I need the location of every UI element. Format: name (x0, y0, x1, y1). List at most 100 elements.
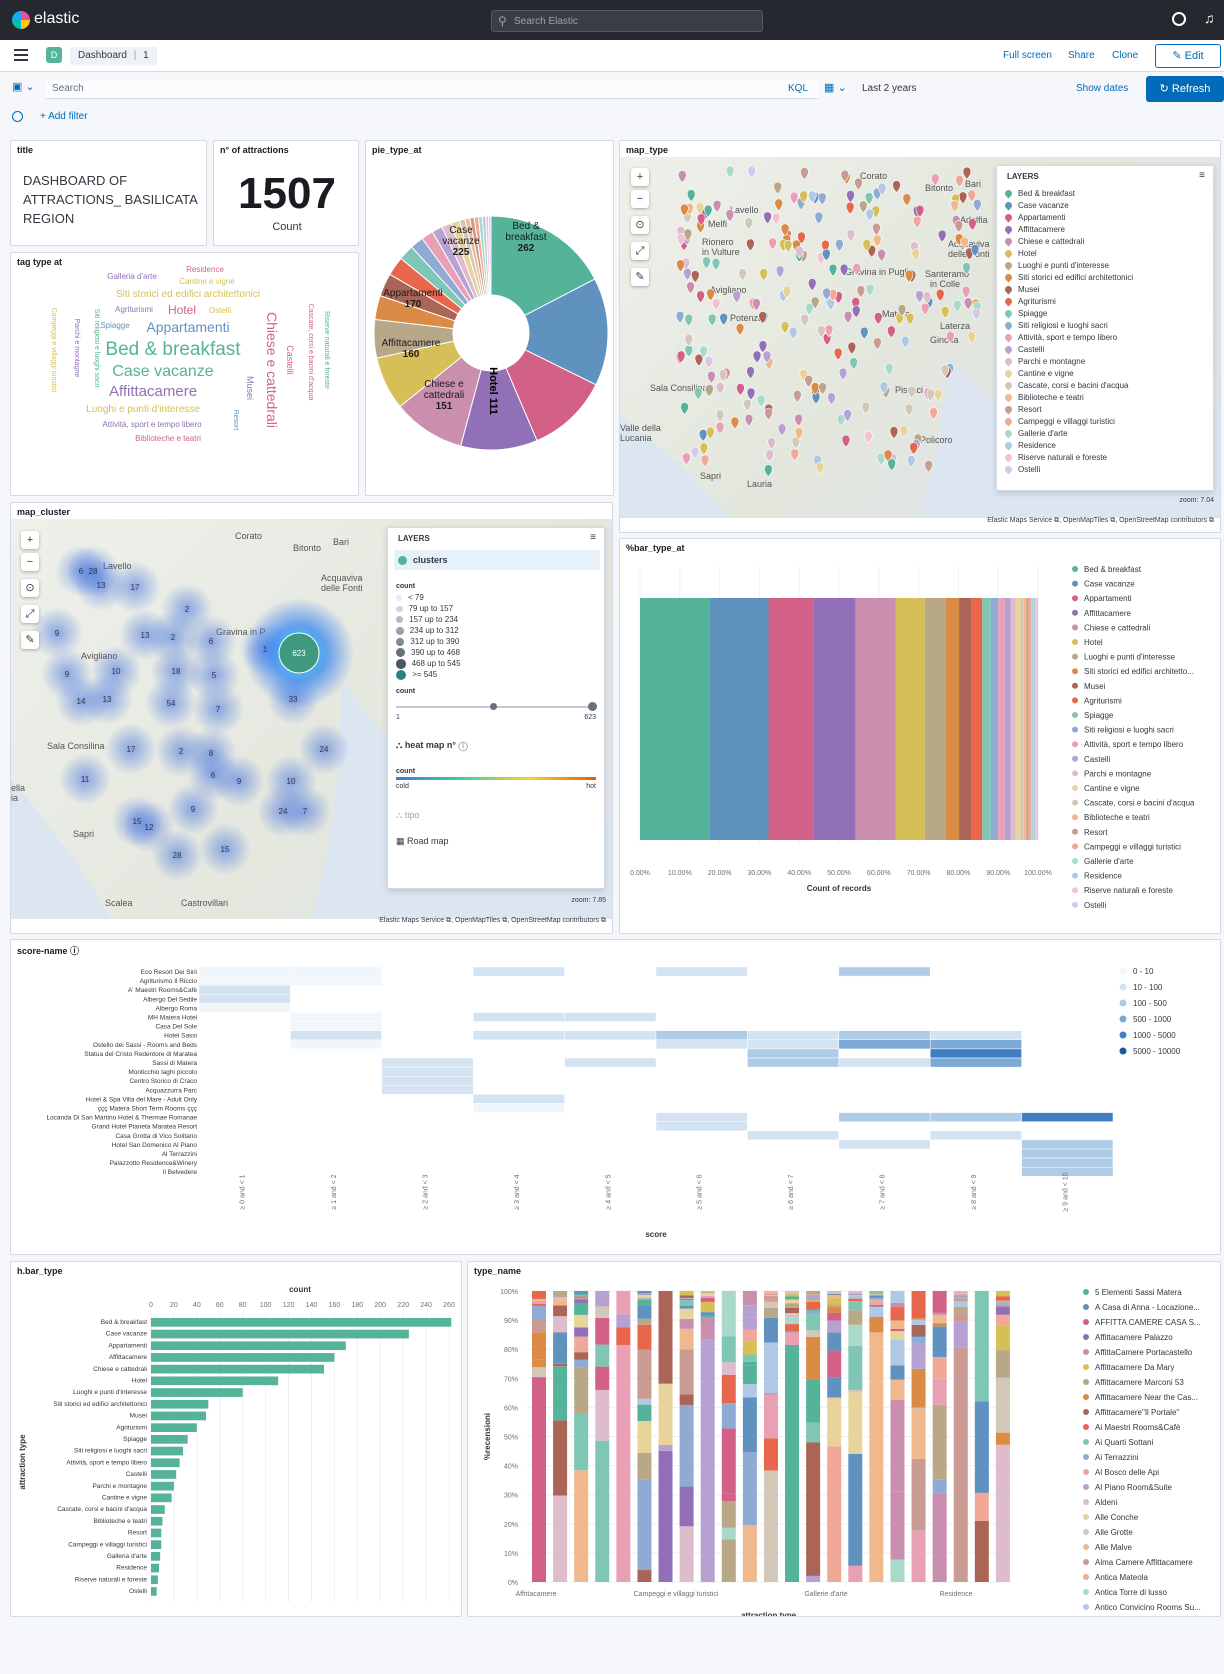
stacked-bar-segment[interactable] (974, 1291, 989, 1402)
zoom-in-icon[interactable]: + (631, 168, 649, 186)
stacked-bar-segment[interactable] (679, 1305, 694, 1309)
stacked-bar-segment[interactable] (785, 1331, 800, 1332)
map-pin-icon[interactable] (911, 248, 921, 262)
stacked-bar-segment[interactable] (574, 1412, 589, 1471)
map-pin-icon[interactable] (851, 305, 861, 319)
heatmap-cell[interactable] (472, 1103, 565, 1113)
stacked-bar-segment[interactable] (806, 1299, 821, 1302)
stacked-bar-segment[interactable] (532, 1299, 546, 1301)
stacked-bar-segment[interactable] (806, 1575, 821, 1582)
stacked-bar-segment[interactable] (574, 1294, 589, 1296)
map-pin-icon[interactable] (704, 355, 714, 369)
stacked-bar-segment[interactable] (953, 1295, 968, 1298)
stacked-bar-segment[interactable] (911, 1318, 926, 1320)
stacked-bar-segment[interactable] (721, 1527, 736, 1540)
stacked-bar-segment[interactable] (806, 1295, 821, 1300)
map-pin-icon[interactable] (768, 237, 777, 251)
stacked-bar-segment[interactable] (574, 1327, 589, 1337)
stacked-bar-segment[interactable] (574, 1314, 589, 1328)
map-pin-icon[interactable] (706, 426, 715, 440)
bar-segment[interactable] (1010, 598, 1016, 840)
bar-segment[interactable] (640, 598, 710, 840)
stacked-bar-segment[interactable] (658, 1450, 673, 1582)
stacked-bar-segment[interactable] (637, 1298, 652, 1300)
map-pin-icon[interactable] (817, 192, 827, 206)
stacked-bar-segment[interactable] (848, 1293, 863, 1296)
stacked-bar-segment[interactable] (700, 1315, 715, 1318)
stacked-bar-segment[interactable] (785, 1324, 800, 1332)
layer-legend-item[interactable]: Affittacamere (1005, 224, 1205, 236)
stacked-bar-segment[interactable] (974, 1520, 989, 1582)
stacked-bar-segment[interactable] (911, 1530, 926, 1582)
map-pin-icon[interactable] (696, 290, 705, 304)
stacked-bar-segment[interactable] (890, 1491, 905, 1560)
stacked-bar-segment[interactable] (595, 1344, 610, 1367)
stacked-bar-segment[interactable] (637, 1291, 652, 1294)
clusters-layer-row[interactable]: clusters (394, 550, 600, 570)
heatmap-cell[interactable] (929, 1030, 1022, 1041)
stacked-bar-segment[interactable] (532, 1367, 546, 1378)
stacked-bar-segment[interactable] (869, 1306, 884, 1318)
stacked-bar-segment[interactable] (848, 1390, 863, 1393)
bar[interactable] (151, 1423, 197, 1432)
map-pin-icon[interactable] (833, 347, 843, 361)
stacked-bar-segment[interactable] (890, 1302, 905, 1308)
help-icon[interactable] (1172, 12, 1186, 26)
bar[interactable] (151, 1364, 325, 1374)
heatmap-cell[interactable] (290, 1021, 383, 1031)
map-pin-icon[interactable] (759, 268, 769, 281)
bar-segment[interactable] (998, 598, 1005, 840)
stacked-bar-segment[interactable] (763, 1342, 778, 1394)
map-pin-icon[interactable] (771, 212, 781, 226)
stacked-bar-segment[interactable] (763, 1393, 778, 1395)
stacked-bar-segment[interactable] (953, 1293, 968, 1295)
stacked-bar-segment[interactable] (532, 1300, 546, 1304)
stacked-bar-segment[interactable] (763, 1307, 778, 1318)
stacked-bar-segment[interactable] (742, 1305, 757, 1318)
stacked-bar-segment[interactable] (574, 1303, 589, 1315)
stacked-bar-segment[interactable] (848, 1345, 863, 1346)
bar-segment[interactable] (1015, 598, 1021, 840)
map-pin-icon[interactable] (725, 165, 735, 179)
map-pin-icon[interactable] (738, 268, 747, 282)
heatmap-cell[interactable] (838, 1039, 931, 1050)
bar-segment[interactable] (1028, 598, 1032, 840)
map-pin-icon[interactable] (730, 416, 740, 430)
heatmap-cell[interactable] (381, 1075, 474, 1086)
stacked-bar-segment[interactable] (848, 1298, 863, 1299)
map-pin-icon[interactable] (746, 238, 755, 252)
stacked-bar-segment[interactable] (995, 1432, 1010, 1445)
map-pin-icon[interactable] (865, 283, 875, 297)
bar-segment[interactable] (945, 598, 960, 840)
heatmap-cell[interactable] (838, 1112, 931, 1122)
stacked-bar-segment[interactable] (700, 1295, 715, 1298)
layer-legend-item[interactable]: Cascate, corsi e bacini d'acqua (1005, 380, 1205, 392)
map-pin-icon[interactable] (794, 413, 803, 427)
bar-segment[interactable] (1004, 598, 1011, 840)
map-pin-icon[interactable] (912, 215, 922, 229)
stacked-bar-segment[interactable] (932, 1326, 947, 1358)
stacked-bar-segment[interactable] (637, 1349, 652, 1399)
bar[interactable] (151, 1376, 279, 1386)
stacked-bar-segment[interactable] (742, 1361, 757, 1366)
map-pin-icon[interactable] (764, 464, 773, 477)
stacked-bar-segment[interactable] (848, 1565, 863, 1582)
stacked-bar-segment[interactable] (763, 1296, 778, 1300)
expand-icon[interactable]: ⤢ (631, 242, 649, 260)
stacked-bar-segment[interactable] (742, 1329, 757, 1342)
bar[interactable] (151, 1516, 163, 1526)
bar[interactable] (151, 1318, 452, 1327)
map-pin-icon[interactable] (715, 421, 725, 435)
heatmap-cell[interactable] (655, 1121, 748, 1132)
heatmap-cell[interactable] (747, 1130, 840, 1141)
stacked-bar-segment[interactable] (890, 1400, 905, 1492)
stacked-bar-segment[interactable] (785, 1344, 800, 1582)
stacked-bar-segment[interactable] (574, 1367, 589, 1413)
stacked-bar-segment[interactable] (574, 1291, 589, 1295)
stacked-bar-segment[interactable] (785, 1303, 800, 1308)
heatmap-cell[interactable] (929, 1057, 1022, 1068)
stacked-bar-segment[interactable] (827, 1397, 842, 1447)
heatmap-cell[interactable] (1021, 1157, 1114, 1168)
stacked-bar-segment[interactable] (785, 1303, 800, 1304)
map-pin-icon[interactable] (743, 398, 752, 412)
